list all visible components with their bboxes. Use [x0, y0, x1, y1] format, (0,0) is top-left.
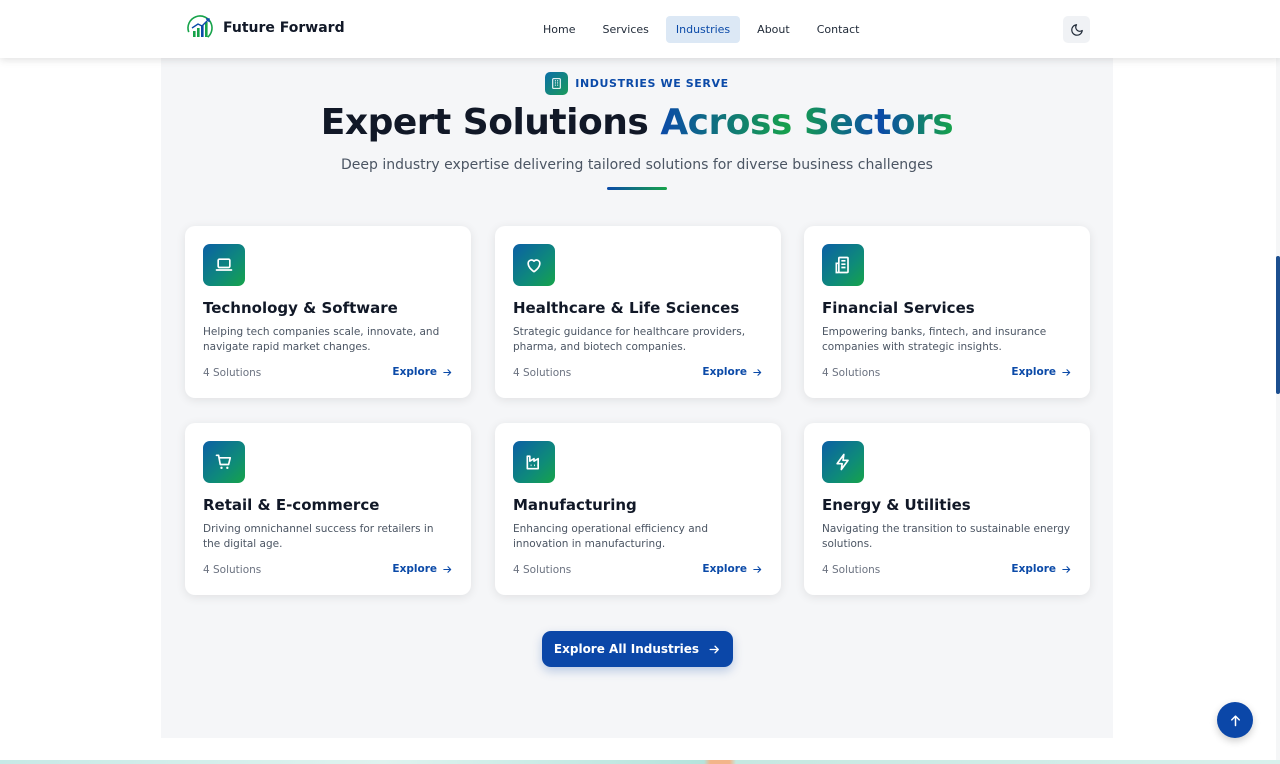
card-solution-count: 4 Solutions	[203, 367, 262, 379]
card-description: Helping tech companies scale, innovate, …	[203, 326, 440, 353]
card-title: Energy & Utilities	[822, 496, 971, 514]
explore-link[interactable]: Explore	[392, 366, 453, 378]
industry-card-retail[interactable]: Retail & E-commerce Driving omnichannel …	[185, 423, 471, 595]
explore-all-industries-button[interactable]: Explore All Industries	[542, 631, 733, 667]
eyebrow-label: INDUSTRIES WE SERVE	[575, 77, 729, 90]
explore-link[interactable]: Explore	[702, 563, 763, 575]
card-description: Empowering banks, fintech, and insurance…	[822, 326, 1047, 353]
industry-card-financial[interactable]: Financial Services Empowering banks, fin…	[804, 226, 1090, 398]
scrollbar-track[interactable]	[1276, 58, 1280, 764]
title-highlight: Across Sectors	[660, 102, 954, 143]
page-title: Expert Solutions Across Sectors	[161, 102, 1113, 143]
arrow-right-icon	[709, 645, 720, 653]
brand-logo-link[interactable]: Future Forward	[186, 14, 345, 42]
card-title: Healthcare & Life Sciences	[513, 299, 740, 317]
title-underline-divider	[607, 187, 667, 190]
section-eyebrow: INDUSTRIES WE SERVE	[161, 72, 1113, 95]
nav-contact[interactable]: Contact	[807, 16, 870, 43]
card-title: Financial Services	[822, 299, 975, 317]
card-description: Driving omnichannel success for retailer…	[203, 523, 434, 550]
industry-card-energy[interactable]: Energy & Utilities Navigating the transi…	[804, 423, 1090, 595]
arrow-right-icon	[443, 368, 452, 376]
title-plain: Expert Solutions	[320, 102, 649, 143]
arrow-up-icon	[1230, 714, 1240, 726]
card-description: Strategic guidance for healthcare provid…	[513, 326, 746, 353]
industry-card-technology[interactable]: Technology & Software Helping tech compa…	[185, 226, 471, 398]
building-icon	[822, 244, 864, 286]
arrow-right-icon	[753, 565, 762, 573]
heart-icon	[513, 244, 555, 286]
scroll-to-top-button[interactable]	[1217, 702, 1253, 738]
arrow-right-icon	[1062, 565, 1071, 573]
card-description: Navigating the transition to sustainable…	[822, 523, 1071, 550]
page-subtitle: Deep industry expertise delivering tailo…	[341, 157, 933, 173]
card-solution-count: 4 Solutions	[513, 367, 572, 379]
site-header: Future Forward Home Services Industries …	[0, 0, 1280, 58]
cta-label: Explore All Industries	[553, 642, 700, 656]
card-title: Manufacturing	[513, 496, 637, 514]
industry-card-manufacturing[interactable]: Manufacturing Enhancing operational effi…	[495, 423, 781, 595]
industry-card-healthcare[interactable]: Healthcare & Life Sciences Strategic gui…	[495, 226, 781, 398]
theme-toggle-button[interactable]	[1063, 16, 1090, 43]
nav-home[interactable]: Home	[533, 16, 585, 43]
nav-about[interactable]: About	[747, 16, 800, 43]
nav-industries[interactable]: Industries	[665, 16, 741, 43]
explore-link[interactable]: Explore	[392, 563, 453, 575]
card-title: Retail & E-commerce	[203, 496, 380, 514]
explore-link[interactable]: Explore	[1011, 366, 1072, 378]
shopping-cart-icon	[203, 441, 245, 483]
explore-link-label: Explore	[1011, 563, 1056, 575]
card-solution-count: 4 Solutions	[822, 367, 881, 379]
scrollbar-thumb[interactable]	[1276, 256, 1280, 394]
explore-link-label: Explore	[1011, 366, 1056, 378]
moon-icon	[1070, 23, 1083, 36]
explore-link[interactable]: Explore	[702, 366, 763, 378]
explore-link-label: Explore	[392, 366, 437, 378]
card-solution-count: 4 Solutions	[822, 564, 881, 576]
logo-chart-icon	[187, 15, 213, 41]
brand-name: Future Forward	[223, 20, 345, 36]
explore-link[interactable]: Explore	[1011, 563, 1072, 575]
card-description: Enhancing operational efficiency and inn…	[513, 523, 708, 550]
arrow-right-icon	[753, 368, 762, 376]
industries-section: INDUSTRIES WE SERVE Expert Solutions Acr…	[161, 58, 1113, 738]
laptop-icon	[203, 244, 245, 286]
explore-link-label: Explore	[392, 563, 437, 575]
card-solution-count: 4 Solutions	[203, 564, 262, 576]
explore-link-label: Explore	[702, 366, 747, 378]
nav-services[interactable]: Services	[592, 16, 658, 43]
lightning-icon	[822, 441, 864, 483]
factory-icon	[513, 441, 555, 483]
building-icon	[545, 72, 569, 95]
card-title: Technology & Software	[203, 299, 398, 317]
arrow-right-icon	[443, 565, 452, 573]
explore-link-label: Explore	[702, 563, 747, 575]
main-nav: Home Services Industries About Contact	[533, 16, 877, 43]
card-solution-count: 4 Solutions	[513, 564, 572, 576]
footer-edge	[0, 760, 1280, 764]
arrow-right-icon	[1062, 368, 1071, 376]
